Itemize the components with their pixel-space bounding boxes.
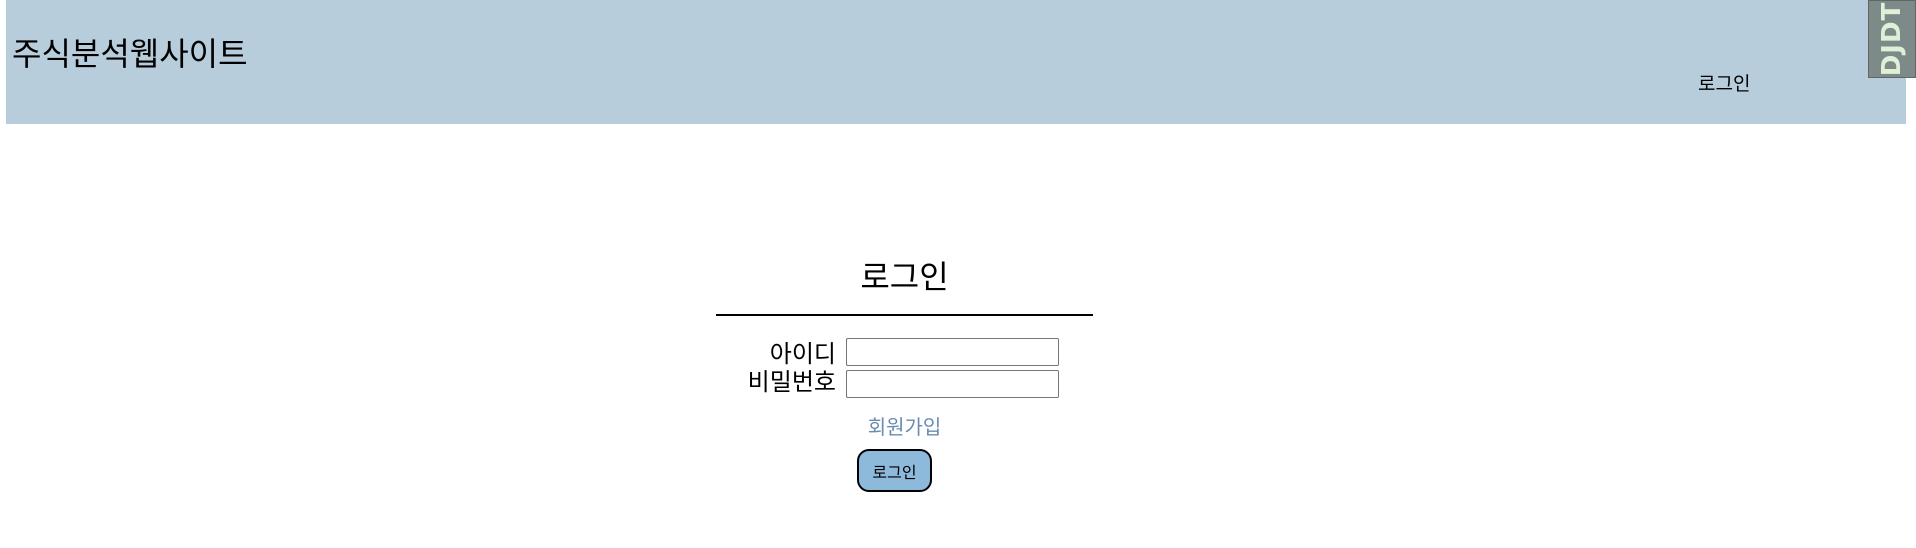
password-input[interactable] [846,370,1059,398]
site-header: 주식분석웹사이트 로그인 [6,0,1906,124]
site-title: 주식분석웹사이트 [12,35,248,73]
login-button[interactable]: 로그인 [857,449,932,492]
login-title: 로그인 [860,258,949,296]
header-login-link[interactable]: 로그인 [1698,72,1750,96]
id-label: 아이디 [769,340,836,368]
title-divider [716,314,1093,316]
id-input[interactable] [846,338,1059,366]
signup-link[interactable]: 회원가입 [716,414,1093,440]
password-label: 비밀번호 [747,368,836,396]
debug-toolbar-label: DJDT [1877,1,1907,77]
debug-toolbar-handle[interactable]: DJDT [1868,0,1916,78]
